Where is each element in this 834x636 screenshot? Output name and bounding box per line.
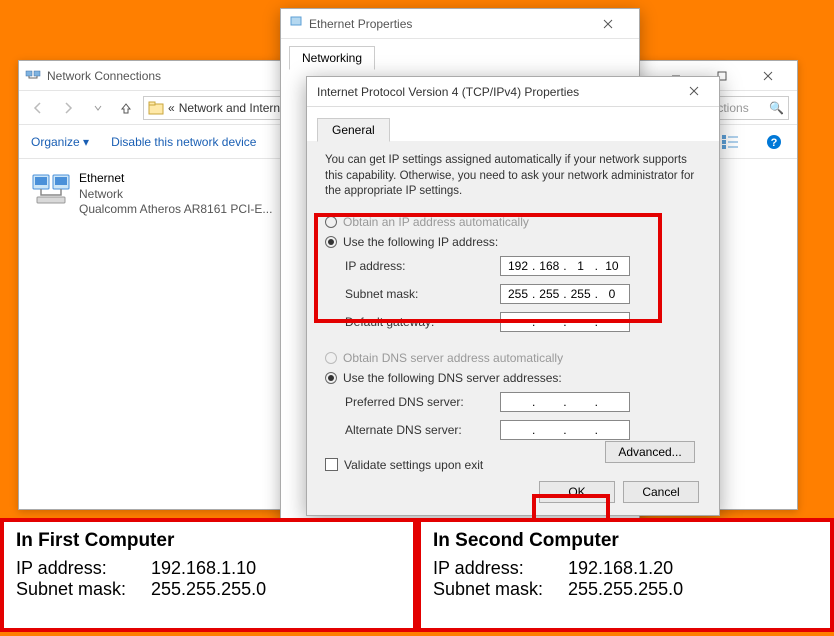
- radio-use-dns[interactable]: Use the following DNS server addresses:: [325, 368, 701, 388]
- dialog-title: Internet Protocol Version 4 (TCP/IPv4) P…: [317, 85, 679, 99]
- alternate-dns-row: Alternate DNS server: . . .: [325, 416, 701, 444]
- titlebar: Internet Protocol Version 4 (TCP/IPv4) P…: [307, 77, 719, 107]
- back-button[interactable]: [27, 97, 49, 119]
- radio-use-ip[interactable]: Use the following IP address:: [325, 232, 701, 252]
- preferred-dns-input[interactable]: . . .: [500, 392, 630, 412]
- close-button[interactable]: [745, 61, 791, 91]
- mask-value: 255.255.255.0: [568, 579, 683, 600]
- second-computer-panel: In Second Computer IP address:192.168.1.…: [417, 518, 834, 632]
- radio-auto-ip[interactable]: Obtain an IP address automatically: [325, 212, 701, 232]
- dns-group: Obtain DNS server address automatically …: [325, 348, 701, 444]
- ip-value: 192.168.1.20: [568, 558, 673, 579]
- radio-icon: [325, 372, 337, 384]
- panel-heading: In Second Computer: [433, 530, 818, 552]
- default-gateway-label: Default gateway:: [345, 315, 500, 329]
- mask-label: Subnet mask:: [16, 579, 151, 600]
- ip-address-label: IP address:: [345, 259, 500, 273]
- preferred-dns-row: Preferred DNS server: . . .: [325, 388, 701, 416]
- default-gateway-input[interactable]: . . .: [500, 312, 630, 332]
- window-title: Ethernet Properties: [309, 17, 585, 31]
- panel-heading: In First Computer: [16, 530, 401, 552]
- mask-label: Subnet mask:: [433, 579, 568, 600]
- close-button[interactable]: [679, 83, 709, 101]
- dialog-buttons: OK Cancel: [539, 481, 699, 503]
- alternate-dns-label: Alternate DNS server:: [345, 423, 500, 437]
- advanced-button[interactable]: Advanced...: [605, 441, 695, 463]
- radio-icon: [325, 236, 337, 248]
- radio-label: Use the following DNS server addresses:: [343, 371, 562, 385]
- recent-dropdown[interactable]: [87, 97, 109, 119]
- description-text: You can get IP settings assigned automat…: [325, 153, 701, 200]
- radio-label: Obtain DNS server address automatically: [343, 351, 563, 365]
- radio-label: Obtain an IP address automatically: [343, 215, 529, 229]
- subnet-mask-input[interactable]: 255. 255. 255. 0: [500, 284, 630, 304]
- svg-text:?: ?: [771, 137, 778, 149]
- tab-general[interactable]: General: [317, 118, 390, 142]
- validate-label: Validate settings upon exit: [344, 458, 483, 472]
- titlebar: Ethernet Properties: [281, 9, 639, 39]
- ip-address-row: IP address: 192. 168. 1. 10: [325, 252, 701, 280]
- preferred-dns-label: Preferred DNS server:: [345, 395, 500, 409]
- ip-address-group: Obtain an IP address automatically Use t…: [325, 212, 701, 336]
- mask-value: 255.255.255.0: [151, 579, 266, 600]
- subnet-mask-label: Subnet mask:: [345, 287, 500, 301]
- radio-auto-dns[interactable]: Obtain DNS server address automatically: [325, 348, 701, 368]
- adapter-name: Ethernet: [79, 171, 272, 187]
- breadcrumb-prefix: «: [168, 101, 175, 115]
- cancel-button[interactable]: Cancel: [623, 481, 699, 503]
- default-gateway-row: Default gateway: . . .: [325, 308, 701, 336]
- checkbox-icon: [325, 458, 338, 471]
- view-details-button[interactable]: [719, 131, 741, 153]
- search-icon: 🔍: [769, 101, 784, 115]
- ip-address-input[interactable]: 192. 168. 1. 10: [500, 256, 630, 276]
- ip-label: IP address:: [433, 558, 568, 579]
- help-button[interactable]: ?: [763, 131, 785, 153]
- ethernet-adapter-item[interactable]: Ethernet Network Qualcomm Atheros AR8161…: [27, 167, 287, 222]
- dialog-body: You can get IP settings assigned automat…: [307, 141, 719, 492]
- radio-icon: [325, 216, 337, 228]
- disable-device-button[interactable]: Disable this network device: [111, 135, 256, 149]
- forward-button[interactable]: [57, 97, 79, 119]
- tab-strip: Networking: [281, 39, 639, 69]
- network-connections-icon: [25, 68, 41, 84]
- alternate-dns-input[interactable]: . . .: [500, 420, 630, 440]
- ip-value: 192.168.1.10: [151, 558, 256, 579]
- ok-button[interactable]: OK: [539, 481, 615, 503]
- ethernet-labels: Ethernet Network Qualcomm Atheros AR8161…: [79, 171, 272, 218]
- adapter-status: Network: [79, 187, 272, 203]
- tab-strip: General: [307, 107, 719, 141]
- ipv4-properties-dialog: Internet Protocol Version 4 (TCP/IPv4) P…: [306, 76, 720, 516]
- organize-menu[interactable]: Organize ▾: [31, 135, 89, 149]
- ip-label: IP address:: [16, 558, 151, 579]
- instruction-panels: In First Computer IP address:192.168.1.1…: [0, 518, 834, 632]
- subnet-mask-row: Subnet mask: 255. 255. 255. 0: [325, 280, 701, 308]
- breadcrumb-item[interactable]: Network and Internet: [179, 101, 290, 115]
- adapter-device: Qualcomm Atheros AR8161 PCI-E...: [79, 202, 272, 218]
- tab-networking[interactable]: Networking: [289, 46, 375, 70]
- folder-icon: [148, 100, 164, 116]
- ethernet-icon: [31, 171, 71, 207]
- close-button[interactable]: [585, 9, 631, 39]
- radio-icon: [325, 352, 337, 364]
- radio-label: Use the following IP address:: [343, 235, 498, 249]
- first-computer-panel: In First Computer IP address:192.168.1.1…: [0, 518, 417, 632]
- ethernet-properties-icon: [289, 14, 303, 33]
- up-button[interactable]: [117, 99, 135, 117]
